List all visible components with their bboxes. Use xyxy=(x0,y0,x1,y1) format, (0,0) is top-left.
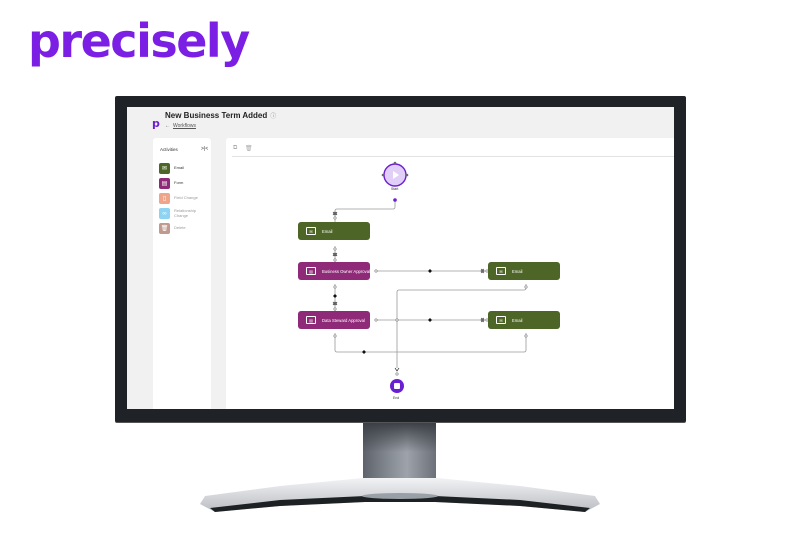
port xyxy=(393,198,397,202)
activity-label: Field Change xyxy=(174,195,198,201)
port xyxy=(333,258,337,262)
collapse-arrows-icon[interactable]: >|< xyxy=(201,146,208,152)
clipboard-icon: ▯ xyxy=(159,193,170,204)
port xyxy=(333,334,337,338)
node-label: Business Owner Approval xyxy=(322,268,370,274)
port xyxy=(333,285,337,289)
end-label: End xyxy=(393,396,400,400)
envelope-icon: ✉ xyxy=(306,227,316,235)
activities-title: Activities xyxy=(160,147,178,152)
app-header: p New Business Term Added ⓘ ← Workflows xyxy=(127,107,674,138)
arrow-left-icon[interactable]: ← xyxy=(165,123,170,129)
precisely-logo: precisely xyxy=(28,14,250,68)
monitor-stand-shadow xyxy=(363,422,436,452)
envelope-icon: ✉ xyxy=(496,316,506,324)
page-title-text: New Business Term Added xyxy=(165,111,268,120)
monitor-frame: p New Business Term Added ⓘ ← Workflows Ac… xyxy=(115,96,686,422)
activities-panel: Activities >|< ✉ Email ▤ Form ▯ Field Ch… xyxy=(153,138,211,409)
form-icon: ▤ xyxy=(306,267,316,275)
workflow-canvas[interactable]: ⧉ 🗑 Start End ✉ Email ▤ Business Owner A… xyxy=(226,138,674,409)
brand-icon[interactable]: p xyxy=(152,117,160,130)
port xyxy=(333,247,337,251)
port xyxy=(333,216,337,220)
port xyxy=(524,334,528,338)
condition-diamond xyxy=(428,269,432,273)
node-label: Email xyxy=(512,268,523,274)
link-icon: ∞ xyxy=(159,208,170,219)
port xyxy=(374,318,378,322)
port xyxy=(395,372,399,376)
workflow-connectors xyxy=(332,161,528,393)
workflow-node-email[interactable]: ✉ Email xyxy=(488,311,560,329)
node-label: Data Steward Approval xyxy=(322,317,365,323)
workflow-node-email[interactable]: ✉ Email xyxy=(488,262,560,280)
start-label: Start xyxy=(391,187,399,191)
activity-form[interactable]: ▤ Form xyxy=(159,177,183,190)
app-screen: p New Business Term Added ⓘ ← Workflows Ac… xyxy=(127,107,674,409)
breadcrumb-workflows-link[interactable]: Workflows xyxy=(173,123,196,129)
workflow-node-email[interactable]: ✉ Email xyxy=(298,222,370,240)
info-circle-icon[interactable]: ⓘ xyxy=(270,114,276,120)
connector-start-email1 xyxy=(334,200,396,222)
node-label: Email xyxy=(512,317,523,323)
breadcrumb: ← Workflows xyxy=(165,123,196,129)
condition-diamond xyxy=(428,318,432,322)
activity-label: Email xyxy=(174,165,185,171)
activity-label: Form xyxy=(174,180,184,186)
form-icon: ▤ xyxy=(159,178,170,189)
workflow-node-business-owner-approval[interactable]: ▤ Business Owner Approval xyxy=(298,262,370,280)
port xyxy=(333,307,337,311)
activity-label: Delete xyxy=(174,225,186,231)
form-icon: ▤ xyxy=(306,316,316,324)
condition-diamond xyxy=(362,350,366,354)
activity-label: Relationship Change xyxy=(174,207,197,218)
activity-email[interactable]: ✉ Email xyxy=(159,162,184,175)
end-event xyxy=(390,379,404,393)
port xyxy=(524,285,528,289)
node-label: Email xyxy=(322,228,333,234)
envelope-icon: ✉ xyxy=(159,163,170,174)
envelope-icon: ✉ xyxy=(496,267,506,275)
start-event xyxy=(381,161,409,187)
connector-dsa-email3-merge xyxy=(334,333,527,353)
trash-icon: 🗑 xyxy=(159,223,170,234)
workflow-node-data-steward-approval[interactable]: ▤ Data Steward Approval xyxy=(298,311,370,329)
monitor-stand-base xyxy=(200,478,600,512)
activity-field-change[interactable]: ▯ Field Change xyxy=(159,192,198,205)
condition-diamond xyxy=(333,294,337,298)
activity-relationship-change[interactable]: ∞ Relationship Change xyxy=(159,207,206,220)
arrow-head xyxy=(394,367,400,372)
page-title: New Business Term Added ⓘ xyxy=(165,111,276,120)
activity-delete[interactable]: 🗑 Delete xyxy=(159,222,186,235)
port xyxy=(395,318,399,322)
port xyxy=(374,269,378,273)
